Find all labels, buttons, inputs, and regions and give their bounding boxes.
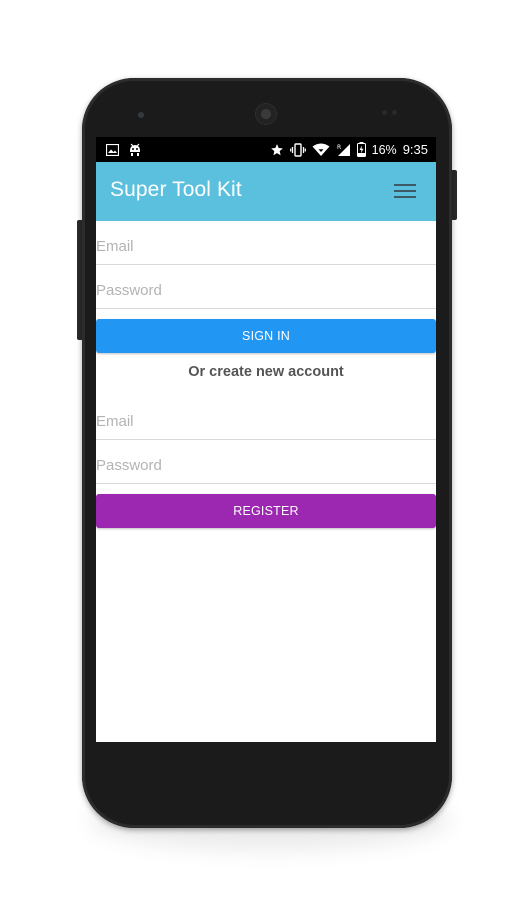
- front-camera: [138, 112, 144, 118]
- earpiece-speaker: [256, 104, 276, 124]
- wifi-icon: [312, 143, 330, 157]
- clock: 9:35: [402, 142, 428, 157]
- login-password-input[interactable]: [96, 265, 436, 308]
- login-email-input[interactable]: [96, 221, 436, 264]
- device-screen: R 16% 9:35 Super Tool Kit SIGN IN Or cre…: [96, 137, 436, 742]
- vibrate-icon: [289, 142, 306, 157]
- hamburger-menu-icon[interactable]: [394, 180, 418, 202]
- app-bar: Super Tool Kit: [96, 162, 436, 221]
- battery-charging-icon: [356, 142, 366, 157]
- star-icon: [270, 143, 284, 157]
- app-title: Super Tool Kit: [110, 178, 242, 201]
- register-email-field-container: [96, 396, 436, 440]
- sign-in-button[interactable]: SIGN IN: [96, 319, 436, 353]
- register-button[interactable]: REGISTER: [96, 494, 436, 528]
- image-icon: [106, 143, 119, 156]
- signal-roaming-icon: R: [336, 143, 351, 157]
- create-account-heading: Or create new account: [188, 364, 344, 380]
- android-debug-icon: [128, 143, 142, 157]
- register-email-input[interactable]: [96, 396, 436, 439]
- svg-text:R: R: [337, 144, 341, 151]
- login-email-field-container: [96, 221, 436, 265]
- status-bar: R 16% 9:35: [96, 137, 436, 162]
- login-password-field-container: [96, 265, 436, 309]
- login-form: SIGN IN: [96, 221, 436, 353]
- proximity-sensors: [382, 110, 402, 116]
- register-password-input[interactable]: [96, 440, 436, 483]
- register-form: REGISTER: [96, 396, 436, 528]
- battery-percent: 16%: [371, 142, 397, 157]
- register-password-field-container: [96, 440, 436, 484]
